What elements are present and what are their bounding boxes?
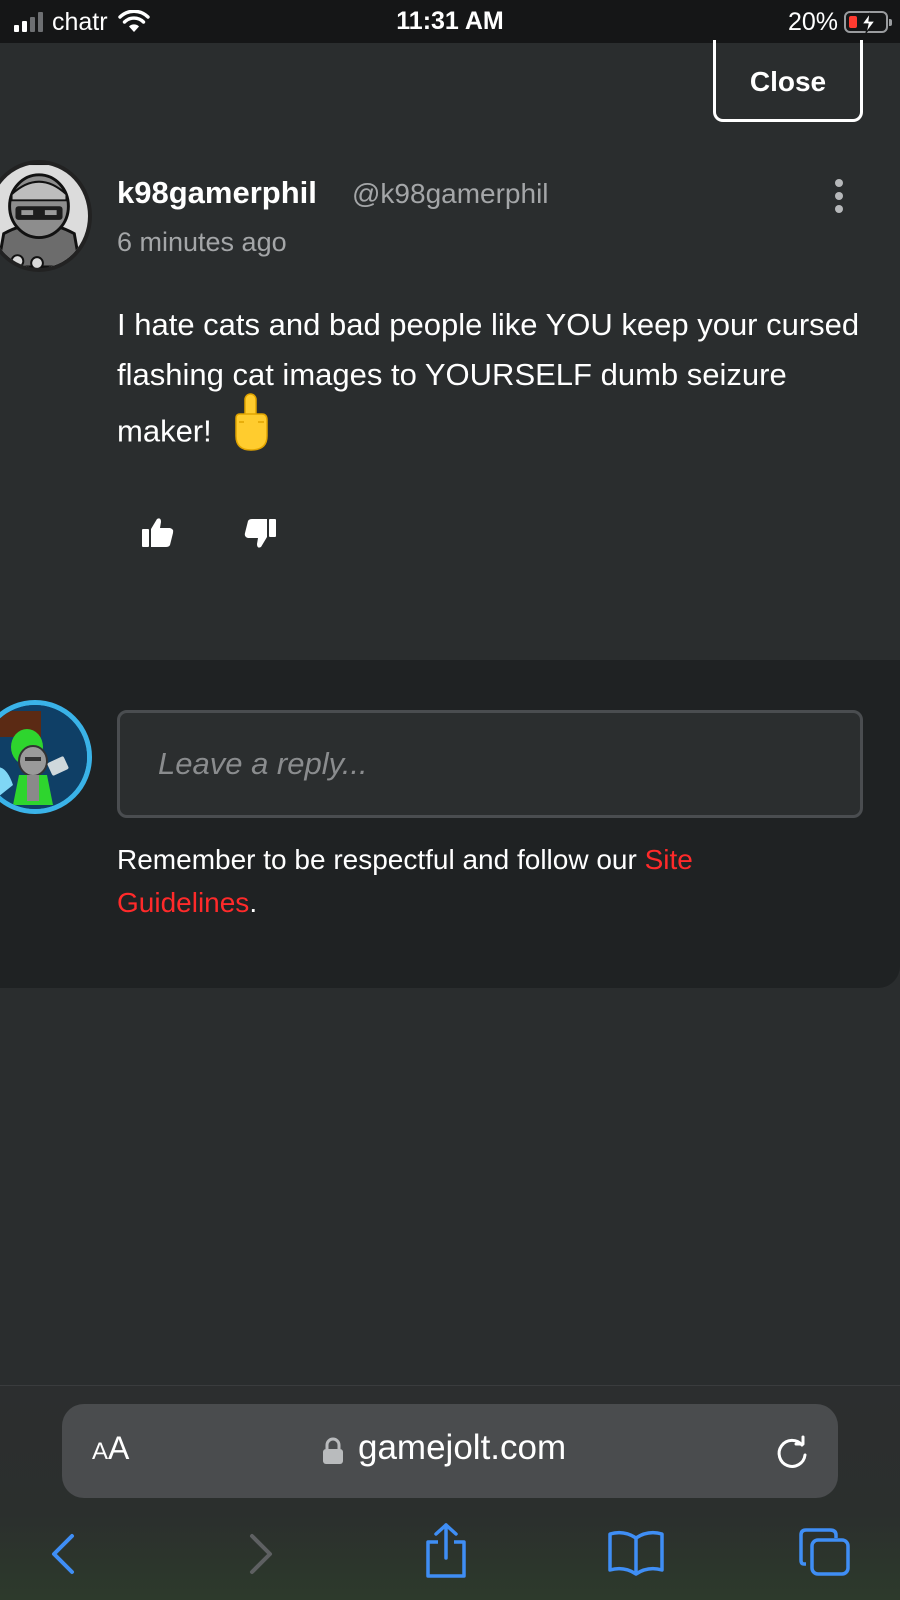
lock-icon <box>322 1437 344 1470</box>
text-size-button[interactable]: AA <box>92 1430 129 1467</box>
tabs-icon[interactable] <box>798 1526 852 1578</box>
post-username[interactable]: k98gamerphil <box>117 175 317 211</box>
poster-avatar[interactable] <box>0 160 92 272</box>
more-options-icon[interactable] <box>822 176 856 216</box>
text-size-large: A <box>108 1430 130 1466</box>
post-handle[interactable]: @k98gamerphil <box>352 178 549 210</box>
battery-charging-icon <box>844 11 892 34</box>
reload-icon[interactable] <box>772 1433 812 1473</box>
status-bar: chatr 11:31 AM 20% <box>0 0 900 43</box>
guidelines-notice: Remember to be respectful and follow our… <box>117 838 817 924</box>
battery-percent: 20% <box>787 7 838 36</box>
post-timestamp: 6 minutes ago <box>117 227 287 257</box>
post-body: I hate cats and bad people like YOU keep… <box>117 300 877 467</box>
thumbs-down-icon[interactable] <box>242 515 278 551</box>
guidelines-text: Remember to be respectful and follow our <box>117 844 645 875</box>
url-text[interactable]: gamejolt.com <box>358 1428 566 1468</box>
bookmarks-icon[interactable] <box>606 1528 666 1576</box>
middle-finger-emoji <box>230 392 272 467</box>
thumbs-up-icon[interactable] <box>140 515 176 551</box>
guidelines-end: . <box>249 887 258 918</box>
close-button[interactable]: Close <box>713 40 863 122</box>
status-time: 11:31 AM <box>396 7 504 35</box>
status-right: 20% <box>787 7 892 36</box>
back-icon[interactable] <box>44 1530 84 1578</box>
post-body-text: I hate cats and bad people like YOU keep… <box>117 307 860 449</box>
share-icon[interactable] <box>422 1522 470 1580</box>
reply-input[interactable] <box>117 710 863 818</box>
text-size-small: A <box>92 1438 109 1465</box>
forward-icon[interactable] <box>240 1530 280 1578</box>
